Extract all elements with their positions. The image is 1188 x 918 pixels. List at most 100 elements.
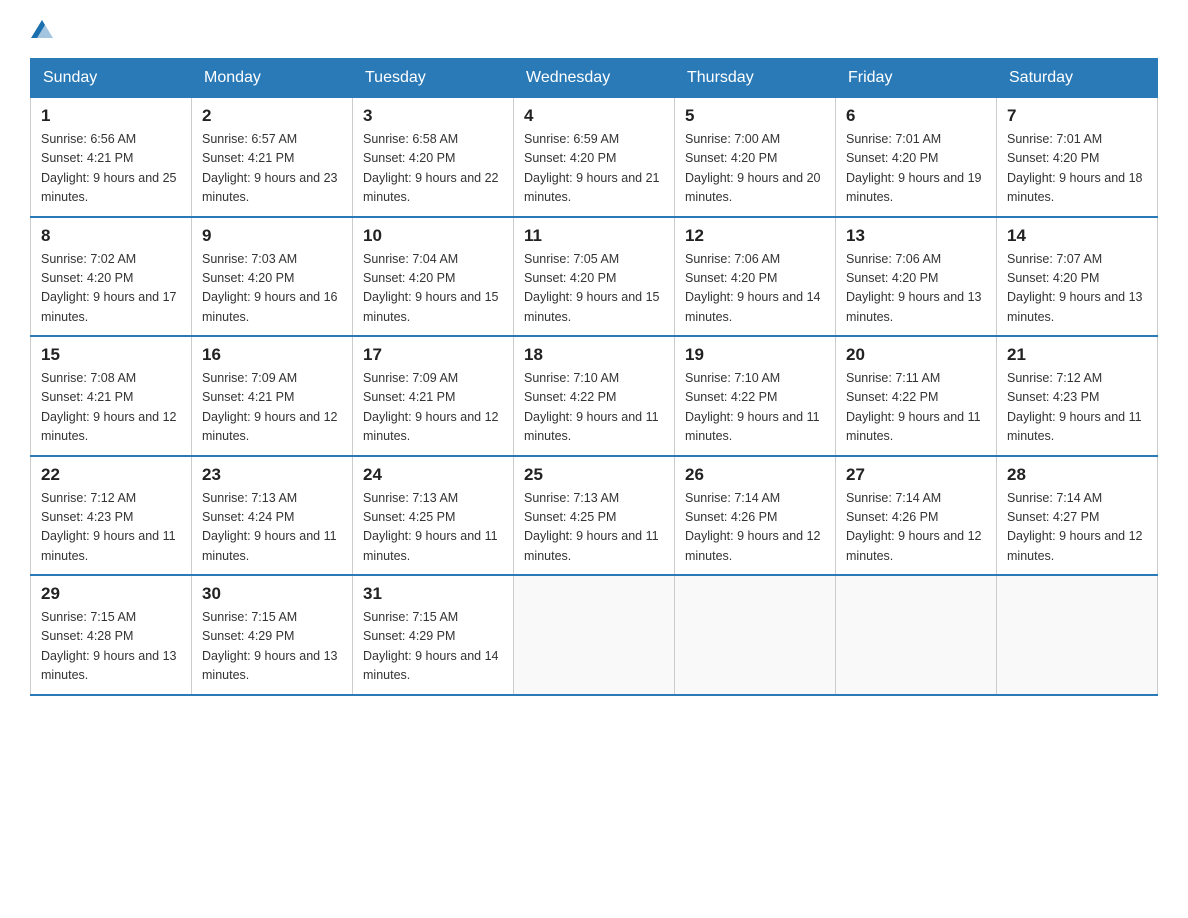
- calendar-cell: 5Sunrise: 7:00 AMSunset: 4:20 PMDaylight…: [675, 98, 836, 217]
- calendar-cell: 25Sunrise: 7:13 AMSunset: 4:25 PMDayligh…: [514, 456, 675, 576]
- day-info: Sunrise: 7:13 AMSunset: 4:24 PMDaylight:…: [202, 489, 342, 567]
- day-number: 13: [846, 226, 986, 246]
- calendar-cell: [997, 575, 1158, 695]
- day-number: 31: [363, 584, 503, 604]
- weekday-header-friday: Friday: [836, 59, 997, 98]
- day-info: Sunrise: 7:11 AMSunset: 4:22 PMDaylight:…: [846, 369, 986, 447]
- day-info: Sunrise: 7:06 AMSunset: 4:20 PMDaylight:…: [846, 250, 986, 328]
- page-header: [30, 20, 1158, 38]
- weekday-header-row: SundayMondayTuesdayWednesdayThursdayFrid…: [31, 59, 1158, 98]
- calendar-cell: 28 Sunrise: 7:14 AMSunset: 4:27 PMDayligh…: [997, 456, 1158, 576]
- weekday-header-thursday: Thursday: [675, 59, 836, 98]
- day-info: Sunrise: 7:06 AMSunset: 4:20 PMDaylight:…: [685, 250, 825, 328]
- calendar-cell: 8 Sunrise: 7:02 AMSunset: 4:20 PMDaylight…: [31, 217, 192, 337]
- calendar-cell: 19Sunrise: 7:10 AMSunset: 4:22 PMDayligh…: [675, 336, 836, 456]
- calendar-cell: 7 Sunrise: 7:01 AMSunset: 4:20 PMDaylight…: [997, 98, 1158, 217]
- day-number: 19: [685, 345, 825, 365]
- day-info: Sunrise: 7:15 AMSunset: 4:29 PMDaylight:…: [202, 608, 342, 686]
- week-row-2: 8 Sunrise: 7:02 AMSunset: 4:20 PMDaylight…: [31, 217, 1158, 337]
- day-info: Sunrise: 7:12 AMSunset: 4:23 PMDaylight:…: [41, 489, 181, 567]
- calendar-cell: [675, 575, 836, 695]
- logo: [30, 20, 54, 38]
- day-info: Sunrise: 7:09 AMSunset: 4:21 PMDaylight:…: [363, 369, 503, 447]
- day-info: Sunrise: 7:03 AMSunset: 4:20 PMDaylight:…: [202, 250, 342, 328]
- calendar-cell: 30 Sunrise: 7:15 AMSunset: 4:29 PMDayligh…: [192, 575, 353, 695]
- day-number: 27: [846, 465, 986, 485]
- day-number: 11: [524, 226, 664, 246]
- day-number: 30: [202, 584, 342, 604]
- week-row-1: 1 Sunrise: 6:56 AMSunset: 4:21 PMDaylight…: [31, 98, 1158, 217]
- day-info: Sunrise: 7:07 AMSunset: 4:20 PMDaylight:…: [1007, 250, 1147, 328]
- day-info: Sunrise: 7:04 AMSunset: 4:20 PMDaylight:…: [363, 250, 503, 328]
- week-row-5: 29 Sunrise: 7:15 AMSunset: 4:28 PMDayligh…: [31, 575, 1158, 695]
- calendar-cell: 16 Sunrise: 7:09 AMSunset: 4:21 PMDayligh…: [192, 336, 353, 456]
- weekday-header-monday: Monday: [192, 59, 353, 98]
- calendar-cell: [836, 575, 997, 695]
- day-number: 8: [41, 226, 181, 246]
- calendar-cell: 15 Sunrise: 7:08 AMSunset: 4:21 PMDayligh…: [31, 336, 192, 456]
- calendar-cell: 6Sunrise: 7:01 AMSunset: 4:20 PMDaylight…: [836, 98, 997, 217]
- day-info: Sunrise: 7:05 AMSunset: 4:20 PMDaylight:…: [524, 250, 664, 328]
- calendar-cell: 22 Sunrise: 7:12 AMSunset: 4:23 PMDayligh…: [31, 456, 192, 576]
- day-number: 9: [202, 226, 342, 246]
- day-info: Sunrise: 7:01 AMSunset: 4:20 PMDaylight:…: [1007, 130, 1147, 208]
- calendar-cell: 3 Sunrise: 6:58 AMSunset: 4:20 PMDaylight…: [353, 98, 514, 217]
- calendar-cell: 17 Sunrise: 7:09 AMSunset: 4:21 PMDayligh…: [353, 336, 514, 456]
- weekday-header-tuesday: Tuesday: [353, 59, 514, 98]
- calendar-cell: 11 Sunrise: 7:05 AMSunset: 4:20 PMDayligh…: [514, 217, 675, 337]
- day-info: Sunrise: 6:57 AMSunset: 4:21 PMDaylight:…: [202, 130, 342, 208]
- day-info: Sunrise: 7:00 AMSunset: 4:20 PMDaylight:…: [685, 130, 825, 208]
- day-number: 7: [1007, 106, 1147, 126]
- weekday-header-saturday: Saturday: [997, 59, 1158, 98]
- day-info: Sunrise: 7:14 AMSunset: 4:26 PMDaylight:…: [846, 489, 986, 567]
- calendar-cell: 24Sunrise: 7:13 AMSunset: 4:25 PMDayligh…: [353, 456, 514, 576]
- calendar-cell: 21Sunrise: 7:12 AMSunset: 4:23 PMDayligh…: [997, 336, 1158, 456]
- day-number: 1: [41, 106, 181, 126]
- calendar-cell: 13 Sunrise: 7:06 AMSunset: 4:20 PMDayligh…: [836, 217, 997, 337]
- day-number: 29: [41, 584, 181, 604]
- calendar-cell: 2 Sunrise: 6:57 AMSunset: 4:21 PMDaylight…: [192, 98, 353, 217]
- calendar-cell: 12Sunrise: 7:06 AMSunset: 4:20 PMDayligh…: [675, 217, 836, 337]
- day-number: 16: [202, 345, 342, 365]
- day-info: Sunrise: 7:15 AMSunset: 4:28 PMDaylight:…: [41, 608, 181, 686]
- weekday-header-wednesday: Wednesday: [514, 59, 675, 98]
- calendar-cell: 27 Sunrise: 7:14 AMSunset: 4:26 PMDayligh…: [836, 456, 997, 576]
- day-info: Sunrise: 7:02 AMSunset: 4:20 PMDaylight:…: [41, 250, 181, 328]
- day-number: 10: [363, 226, 503, 246]
- day-info: Sunrise: 7:15 AMSunset: 4:29 PMDaylight:…: [363, 608, 503, 686]
- day-number: 22: [41, 465, 181, 485]
- day-number: 15: [41, 345, 181, 365]
- calendar-cell: 10 Sunrise: 7:04 AMSunset: 4:20 PMDayligh…: [353, 217, 514, 337]
- day-info: Sunrise: 6:58 AMSunset: 4:20 PMDaylight:…: [363, 130, 503, 208]
- calendar-cell: 20Sunrise: 7:11 AMSunset: 4:22 PMDayligh…: [836, 336, 997, 456]
- day-info: Sunrise: 6:59 AMSunset: 4:20 PMDaylight:…: [524, 130, 664, 208]
- day-number: 2: [202, 106, 342, 126]
- day-number: 6: [846, 106, 986, 126]
- weekday-header-sunday: Sunday: [31, 59, 192, 98]
- calendar-cell: [514, 575, 675, 695]
- day-number: 18: [524, 345, 664, 365]
- week-row-3: 15 Sunrise: 7:08 AMSunset: 4:21 PMDayligh…: [31, 336, 1158, 456]
- day-number: 21: [1007, 345, 1147, 365]
- day-number: 28: [1007, 465, 1147, 485]
- day-number: 3: [363, 106, 503, 126]
- day-number: 17: [363, 345, 503, 365]
- day-info: Sunrise: 7:14 AMSunset: 4:27 PMDaylight:…: [1007, 489, 1147, 567]
- calendar-cell: 23Sunrise: 7:13 AMSunset: 4:24 PMDayligh…: [192, 456, 353, 576]
- calendar-cell: 9 Sunrise: 7:03 AMSunset: 4:20 PMDaylight…: [192, 217, 353, 337]
- day-info: Sunrise: 7:13 AMSunset: 4:25 PMDaylight:…: [363, 489, 503, 567]
- day-info: Sunrise: 7:09 AMSunset: 4:21 PMDaylight:…: [202, 369, 342, 447]
- day-info: Sunrise: 6:56 AMSunset: 4:21 PMDaylight:…: [41, 130, 181, 208]
- day-number: 14: [1007, 226, 1147, 246]
- day-info: Sunrise: 7:14 AMSunset: 4:26 PMDaylight:…: [685, 489, 825, 567]
- calendar-cell: 4 Sunrise: 6:59 AMSunset: 4:20 PMDaylight…: [514, 98, 675, 217]
- calendar-cell: 31 Sunrise: 7:15 AMSunset: 4:29 PMDayligh…: [353, 575, 514, 695]
- week-row-4: 22 Sunrise: 7:12 AMSunset: 4:23 PMDayligh…: [31, 456, 1158, 576]
- calendar-cell: 1 Sunrise: 6:56 AMSunset: 4:21 PMDaylight…: [31, 98, 192, 217]
- calendar-cell: 29 Sunrise: 7:15 AMSunset: 4:28 PMDayligh…: [31, 575, 192, 695]
- day-info: Sunrise: 7:08 AMSunset: 4:21 PMDaylight:…: [41, 369, 181, 447]
- calendar-cell: 18Sunrise: 7:10 AMSunset: 4:22 PMDayligh…: [514, 336, 675, 456]
- day-number: 4: [524, 106, 664, 126]
- calendar-table: SundayMondayTuesdayWednesdayThursdayFrid…: [30, 58, 1158, 696]
- calendar-cell: 14 Sunrise: 7:07 AMSunset: 4:20 PMDayligh…: [997, 217, 1158, 337]
